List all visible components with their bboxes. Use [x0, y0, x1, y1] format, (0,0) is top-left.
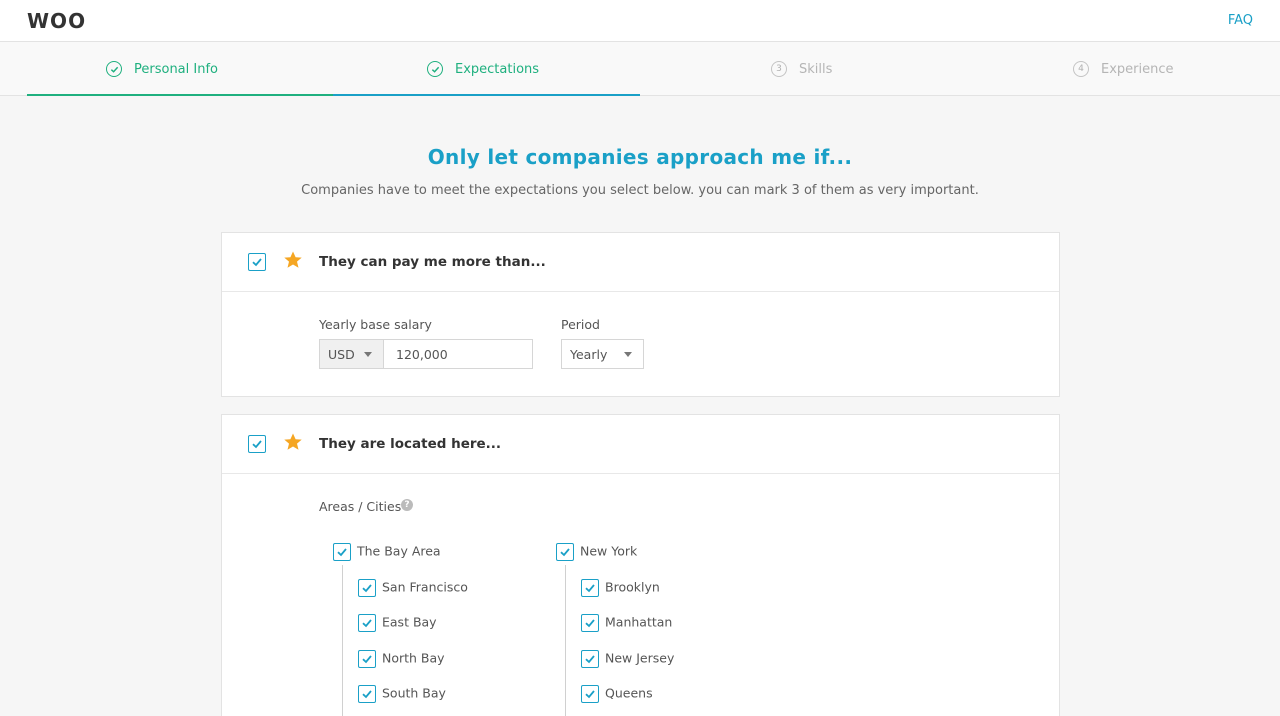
location-checkbox[interactable] [333, 543, 351, 561]
top-bar: WOO FAQ [0, 0, 1280, 42]
salary-card: They can pay me more than... Yearly base… [221, 232, 1060, 397]
salary-checkbox[interactable] [248, 253, 266, 271]
location-item[interactable]: South Bay [358, 685, 446, 703]
question-circle-icon[interactable]: ? [401, 499, 413, 511]
currency-value: USD [328, 346, 355, 362]
step-expectations[interactable]: Expectations [427, 42, 539, 96]
location-checkbox[interactable] [581, 614, 599, 632]
checkmark-icon [252, 440, 262, 449]
tree-line [342, 565, 343, 716]
checkmark-icon [362, 619, 372, 628]
location-checkbox[interactable] [358, 579, 376, 597]
location-item[interactable]: Brooklyn [581, 579, 660, 597]
location-item[interactable]: Queens [581, 685, 653, 703]
location-item[interactable]: San Francisco [358, 579, 468, 597]
location-checkbox[interactable] [248, 435, 266, 453]
step-navigation: Personal Info Expectations 3 Skills 4 Ex… [0, 42, 1280, 96]
check-circle-icon [106, 61, 122, 77]
checkmark-icon [560, 548, 570, 557]
location-card: They are located here... Areas / Cities … [221, 414, 1060, 716]
checkmark-icon [585, 655, 595, 664]
page-title: Only let companies approach me if... [427, 145, 853, 169]
location-label: Queens [605, 685, 653, 701]
faq-link[interactable]: FAQ [1228, 13, 1253, 28]
location-checkbox[interactable] [581, 685, 599, 703]
step-label: Experience [1101, 61, 1174, 77]
step-label: Personal Info [134, 61, 218, 77]
star-icon[interactable] [283, 432, 303, 452]
step-label: Expectations [455, 61, 540, 77]
tree-line [565, 565, 566, 716]
step-label: Skills [799, 61, 833, 77]
location-checkbox[interactable] [581, 650, 599, 668]
salary-label: Yearly base salary [319, 317, 432, 332]
period-label: Period [561, 317, 600, 332]
step-number: 3 [771, 61, 787, 77]
checkmark-icon [337, 548, 347, 557]
location-item[interactable]: Manhattan [581, 614, 672, 632]
caret-down-icon [364, 352, 372, 357]
location-label: New Jersey [605, 650, 675, 666]
currency-select[interactable]: USD [319, 339, 384, 369]
location-label: The Bay Area [357, 543, 441, 559]
checkmark-icon [585, 619, 595, 628]
progress-bar-current [333, 94, 640, 96]
location-checkbox[interactable] [581, 579, 599, 597]
card-header: They can pay me more than... [222, 233, 1059, 292]
period-select[interactable]: Yearly [561, 339, 644, 369]
logo[interactable]: WOO [27, 9, 86, 33]
location-label: East Bay [382, 614, 437, 630]
card-title: They can pay me more than... [319, 254, 546, 270]
step-number: 4 [1073, 61, 1089, 77]
step-skills[interactable]: 3 Skills [771, 42, 832, 96]
location-label: San Francisco [382, 579, 468, 595]
location-label: Manhattan [605, 614, 673, 630]
location-checkbox[interactable] [358, 685, 376, 703]
checkmark-icon [252, 258, 262, 267]
checkmark-icon [585, 690, 595, 699]
location-label: South Bay [382, 685, 446, 701]
salary-input[interactable] [383, 339, 533, 369]
location-label: Brooklyn [605, 579, 660, 595]
card-title: They are located here... [319, 436, 502, 452]
areas-label: Areas / Cities [319, 499, 402, 514]
location-item[interactable]: North Bay [358, 650, 445, 668]
checkmark-icon [362, 584, 372, 593]
page-subtitle: Companies have to meet the expectations … [301, 183, 979, 198]
location-item[interactable]: East Bay [358, 614, 437, 632]
step-personal-info[interactable]: Personal Info [106, 42, 218, 96]
step-experience[interactable]: 4 Experience [1073, 42, 1174, 96]
check-circle-icon [427, 61, 443, 77]
caret-down-icon [624, 352, 632, 357]
location-label: New York [580, 543, 638, 559]
checkmark-icon [585, 584, 595, 593]
location-checkbox[interactable] [358, 650, 376, 668]
location-checkbox[interactable] [556, 543, 574, 561]
location-checkbox[interactable] [358, 614, 376, 632]
checkmark-icon [362, 690, 372, 699]
location-group-bay-area[interactable]: The Bay Area [333, 543, 441, 561]
progress-bar-complete [27, 94, 333, 96]
star-icon[interactable] [283, 250, 303, 270]
location-item[interactable]: New Jersey [581, 650, 674, 668]
checkmark-icon [362, 655, 372, 664]
period-value: Yearly [570, 346, 608, 362]
location-label: North Bay [382, 650, 445, 666]
location-group-new-york[interactable]: New York [556, 543, 637, 561]
card-header: They are located here... [222, 415, 1059, 474]
